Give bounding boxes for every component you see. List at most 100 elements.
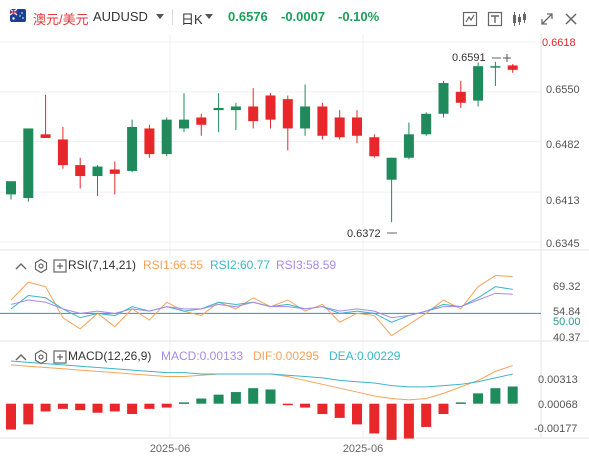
candle-body	[317, 106, 328, 136]
macd-histogram-bar	[196, 398, 207, 404]
macd-histogram-bar	[282, 403, 293, 406]
macd-axis-label: 0.00068	[538, 399, 578, 411]
symbol-dropdown-icon[interactable]	[156, 14, 164, 19]
price-axis-label: 0.6413	[546, 195, 580, 207]
symbol-name[interactable]: 澳元/美元	[33, 9, 89, 28]
rsi-axis-label-50: 50.00	[553, 316, 581, 328]
macd-histogram-bar	[421, 403, 432, 427]
candle-body	[230, 106, 241, 111]
dea-value: DEA:0.00229	[329, 349, 401, 363]
period-selector[interactable]: 日K	[181, 9, 203, 28]
macd-histogram-bar	[127, 403, 138, 415]
macd-title[interactable]: MACD(12,26,9)	[68, 349, 151, 363]
macd-histogram-bar	[386, 403, 397, 440]
header-divider	[172, 9, 173, 25]
candle-body	[213, 107, 224, 111]
candle-body	[403, 134, 414, 158]
macd-axis-label: -0.00177	[534, 423, 577, 435]
candle-body	[109, 169, 120, 174]
candle-body	[386, 157, 397, 180]
candle-body	[40, 134, 51, 138]
macd-histogram-bar	[75, 403, 86, 411]
candle-body	[248, 106, 259, 122]
candle-body	[455, 91, 466, 103]
low-price-annotation: 0.6372	[347, 228, 381, 240]
crosshair-marker	[503, 54, 511, 62]
candle-type-icon[interactable]	[511, 11, 527, 27]
symbol-code[interactable]: AUDUSD	[93, 9, 148, 24]
candle-body	[352, 117, 362, 136]
text-size-icon[interactable]	[487, 11, 503, 27]
rsi3-value: RSI3:58.59	[276, 258, 337, 272]
price-axis-label-top: 0.6618	[542, 37, 576, 49]
indicator-icon[interactable]	[462, 11, 478, 27]
fullscreen-icon[interactable]	[539, 11, 555, 27]
add-indicator-icon[interactable]	[52, 349, 68, 365]
candle-body	[196, 117, 207, 125]
macd-histogram-bar	[473, 393, 484, 404]
candle-body	[265, 95, 276, 120]
dif-value: DIF:0.00295	[253, 349, 320, 363]
chart-canvas[interactable]: 2025-06 2025-06 0.6618 0.6550 0.6482 0.6…	[0, 34, 589, 459]
period-dropdown-icon[interactable]	[205, 14, 213, 19]
macd-histogram-bar	[403, 403, 414, 439]
macd-value: MACD:0.00133	[161, 349, 244, 363]
macd-histogram-bar	[507, 386, 518, 404]
macd-histogram-bar	[6, 403, 16, 430]
last-price: 0.6576	[228, 9, 268, 24]
macd-histogram-bar	[455, 402, 466, 404]
candle-body	[473, 66, 484, 101]
dea-line	[10, 360, 513, 388]
macd-histogram-bar	[161, 403, 172, 408]
macd-histogram-bar	[334, 403, 345, 418]
high-price-annotation: 0.6591	[452, 52, 486, 64]
macd-axis-label: 0.00313	[538, 374, 578, 386]
candle-body	[92, 166, 103, 177]
macd-histogram-bar	[300, 403, 311, 408]
collapse-icon[interactable]	[13, 349, 29, 365]
candle-body	[23, 128, 34, 199]
macd-histogram-bar	[57, 403, 68, 409]
collapse-icon[interactable]	[13, 258, 29, 274]
macd-histogram-bar	[23, 403, 34, 425]
candle-body	[490, 66, 501, 68]
macd-histogram-bar	[230, 392, 241, 404]
close-icon[interactable]	[563, 11, 579, 27]
settings-icon[interactable]	[33, 349, 49, 365]
chart-header: 澳元/美元 AUDUSD 日K 0.6576 -0.0007 -0.10%	[0, 0, 589, 34]
candle-body	[334, 117, 345, 138]
macd-histogram-bar	[490, 388, 501, 404]
price-axis-label: 0.6482	[546, 139, 580, 151]
dif-line	[10, 364, 513, 401]
macd-histogram-bar	[248, 388, 259, 404]
candle-body	[179, 119, 189, 129]
rsi-axis-label: 40.37	[553, 332, 581, 344]
australia-flag-icon	[10, 9, 26, 22]
price-axis-label: 0.6550	[546, 84, 580, 96]
settings-icon[interactable]	[33, 258, 49, 274]
price-change: -0.0007	[281, 9, 326, 24]
macd-histogram-bar	[144, 403, 155, 409]
macd-histogram-bar	[179, 402, 189, 404]
macd-histogram-bar	[317, 403, 328, 415]
rsi-line-rsi3	[10, 292, 513, 319]
macd-histogram-bar	[438, 403, 449, 415]
x-tick-label-1: 2025-06	[150, 443, 190, 455]
candle-body	[300, 106, 311, 129]
macd-histogram-bar	[109, 403, 120, 412]
macd-histogram-bar	[369, 403, 380, 434]
macd-histogram-bar	[352, 403, 362, 425]
rsi2-value: RSI2:60.77	[210, 258, 271, 272]
price-change-percent: -0.10%	[338, 9, 380, 24]
candle-body	[127, 126, 138, 171]
candle-body	[6, 181, 16, 195]
macd-histogram-bar	[213, 394, 224, 404]
candle-body	[369, 137, 380, 157]
candle-body	[421, 113, 432, 135]
candle-body	[438, 83, 449, 114]
candle-body	[161, 119, 172, 155]
add-indicator-icon[interactable]	[52, 258, 68, 274]
macd-histogram-bar	[265, 389, 276, 404]
rsi-title[interactable]: RSI(7,14,21)	[68, 258, 136, 272]
candle-body	[144, 128, 155, 155]
